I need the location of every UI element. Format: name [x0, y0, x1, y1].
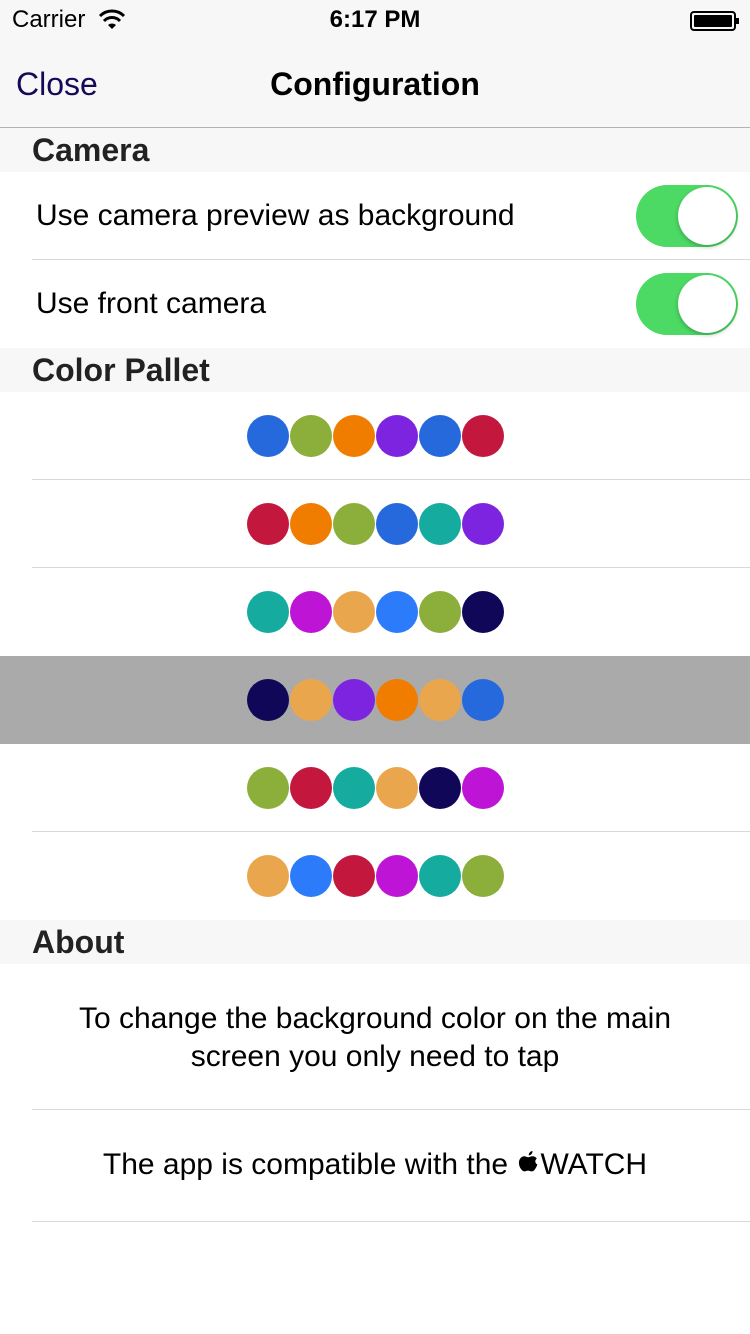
watch-compatibility-text: The app is compatible with the WATCH [0, 1146, 750, 1184]
front-camera-label: Use front camera [36, 287, 267, 320]
color-swatch [290, 415, 332, 457]
watch-compatibility-prefix: The app is compatible with the [102, 1148, 517, 1181]
switch-knob [678, 187, 736, 245]
palette-row[interactable] [0, 744, 750, 832]
color-swatch [419, 503, 461, 545]
section-header-about: About [0, 920, 750, 964]
section-header-color-pallet: Color Pallet [0, 348, 750, 392]
camera-preview-background-label: Use camera preview as background [36, 199, 515, 232]
color-swatch [290, 855, 332, 897]
palette-swatches [247, 767, 507, 809]
color-swatch [462, 415, 504, 457]
color-swatch [462, 767, 504, 809]
color-swatch [419, 679, 461, 721]
color-swatch [462, 591, 504, 633]
color-swatch [462, 679, 504, 721]
color-swatch [290, 767, 332, 809]
navigation-bar: Close Configuration [0, 40, 750, 128]
status-bar: Carrier 6:17 PM [0, 0, 750, 40]
section-header-camera: Camera [0, 128, 750, 172]
watch-compatibility-suffix: WATCH [540, 1148, 648, 1181]
camera-preview-background-switch[interactable] [636, 185, 738, 247]
color-swatch [333, 679, 375, 721]
palette-row[interactable] [0, 392, 750, 480]
color-swatch [247, 855, 289, 897]
about-tap-line-2: screen you only need to tap [190, 1040, 560, 1073]
palette-row[interactable] [0, 832, 750, 920]
color-swatch [419, 855, 461, 897]
about-watch-row: The app is compatible with the WATCH [0, 1110, 750, 1222]
camera-preview-background-row: Use camera preview as background [0, 172, 750, 260]
color-swatch [247, 679, 289, 721]
section-header-label: About [32, 924, 125, 960]
color-swatch [419, 415, 461, 457]
color-swatch [290, 679, 332, 721]
section-header-label: Color Pallet [32, 352, 210, 388]
apple-logo-icon [519, 1151, 538, 1172]
palette-swatches [247, 415, 507, 457]
color-swatch [376, 767, 418, 809]
switch-knob [678, 275, 736, 333]
color-swatch [290, 591, 332, 633]
color-swatch [333, 503, 375, 545]
color-swatch [333, 415, 375, 457]
color-swatch [290, 503, 332, 545]
palette-row[interactable] [0, 480, 750, 568]
color-swatch [333, 591, 375, 633]
front-camera-row: Use front camera [0, 260, 750, 348]
color-swatch [247, 415, 289, 457]
battery-icon [690, 11, 739, 31]
page-title: Configuration [270, 66, 480, 102]
color-swatch [419, 767, 461, 809]
about-tap-line-1: To change the background color on the ma… [78, 1002, 672, 1035]
color-swatch [462, 503, 504, 545]
color-swatch [376, 503, 418, 545]
color-swatch [247, 503, 289, 545]
color-swatch [462, 855, 504, 897]
color-swatch [333, 855, 375, 897]
palette-row[interactable] [0, 568, 750, 656]
section-header-label: Camera [32, 132, 150, 168]
palette-swatches [247, 503, 507, 545]
row-divider [32, 1221, 750, 1222]
palette-row[interactable] [0, 656, 750, 744]
color-swatch [419, 591, 461, 633]
palette-swatches [247, 679, 507, 721]
palette-swatches [247, 855, 507, 897]
color-swatch [376, 855, 418, 897]
color-swatch [247, 767, 289, 809]
color-swatch [376, 591, 418, 633]
about-tap-row: To change the background color on the ma… [0, 964, 750, 1110]
color-swatch [333, 767, 375, 809]
color-swatch [247, 591, 289, 633]
palette-swatches [247, 591, 507, 633]
front-camera-switch[interactable] [636, 273, 738, 335]
color-swatch [376, 415, 418, 457]
color-swatch [376, 679, 418, 721]
status-time: 6:17 PM [329, 6, 421, 33]
